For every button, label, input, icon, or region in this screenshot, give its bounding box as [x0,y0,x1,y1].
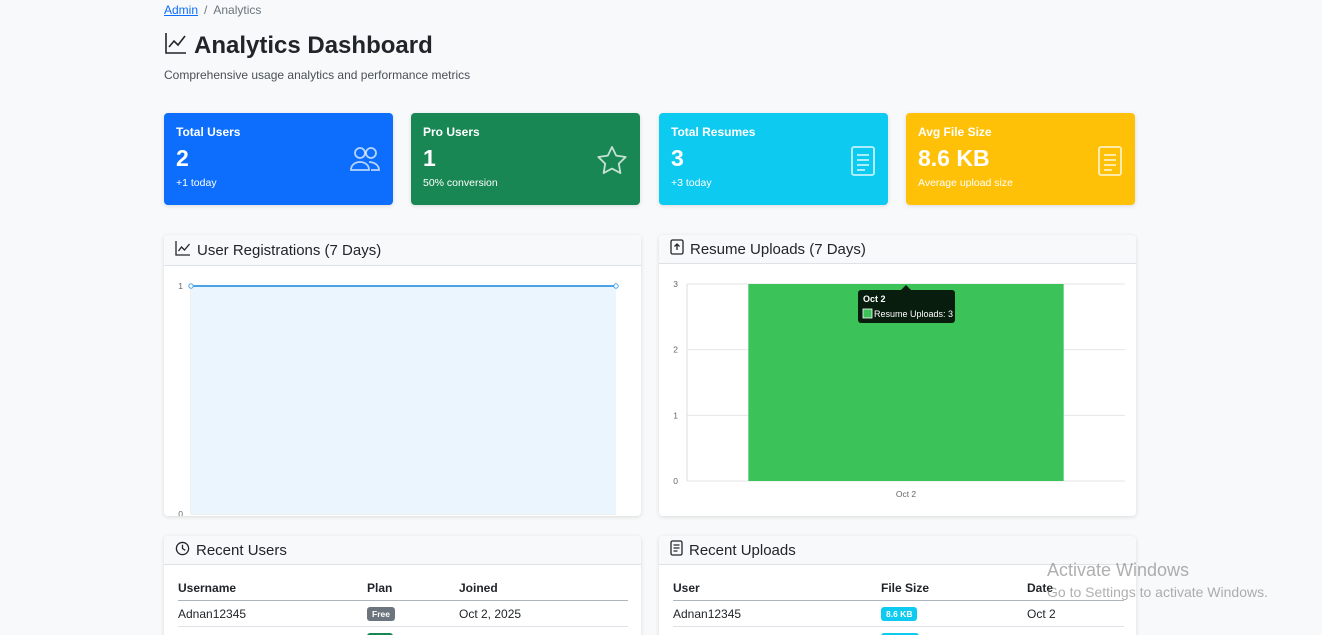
table-row: Adnan12345 8.6 KB Oct 2 [673,600,1124,627]
stat-label: Total Resumes [671,125,756,139]
card-header: Resume Uploads (7 Days) [659,235,1136,264]
stat-label: Total Users [176,125,241,139]
document-icon [1097,145,1123,182]
watermark-title: Activate Windows [1047,560,1190,580]
stat-card-total-resumes: Total Resumes 3 +3 today [659,113,888,205]
card-title: User Registrations (7 Days) [197,241,382,259]
stat-card-total-users: Total Users 2 +1 today [164,113,393,205]
chart-plot: 3 2 1 0 Oct 2 Oct 2 Resume Uploads: 3 [673,279,1125,499]
plan-badge: Free [367,607,395,621]
y-tick-label: 1 [178,281,183,291]
graph-up-icon [175,240,191,260]
people-icon [349,145,381,178]
size-badge: 8.6 KB [881,607,918,621]
column-header: Plan [367,576,459,601]
card-header: Recent Users [164,536,641,565]
y-tick-label: 0 [673,476,678,486]
area-fill [191,286,616,514]
tooltip-swatch [862,308,873,319]
user-cell: Adnan12345 [673,600,881,627]
column-header: User [673,576,881,601]
table-row [178,626,628,635]
table-row [673,626,1124,635]
card-header: User Registrations (7 Days) [164,235,641,266]
breadcrumb-current: Analytics [213,3,262,17]
stat-label: Pro Users [423,125,480,139]
data-point [188,283,194,289]
watermark-subtitle: Go to Settings to activate Windows. [1047,584,1268,600]
y-tick-label: 3 [673,279,678,289]
stat-value: 3 [671,145,684,171]
size-cell: 8.6 KB [881,600,1027,627]
column-header: Joined [459,576,628,601]
y-tick-label: 2 [673,345,678,355]
chart-plot: 10Oct 1Oct 2 [178,281,619,516]
x-tick-label: Oct 2 [896,489,917,499]
username-cell: Adnan12345 [178,600,367,627]
stat-sub: +1 today [176,177,217,189]
star-icon [596,145,628,180]
data-point [613,283,619,289]
registrations-card: User Registrations (7 Days) 10Oct 1Oct 2 [164,235,641,516]
uploads-card: Resume Uploads (7 Days) 3 2 1 0 Oct 2 Oct 2 Re… [659,235,1136,516]
y-tick-label: 1 [673,410,678,420]
file-text-icon [670,540,683,560]
recent-users-table: Username Plan Joined Adnan12345 Free Oct… [178,576,628,635]
tooltip-title: Oct 2 [863,294,886,304]
page-title: Analytics Dashboard [194,31,433,59]
tooltip-text: Resume Uploads: 3 [874,309,953,319]
page-subtitle: Comprehensive usage analytics and perfor… [164,68,471,82]
joined-cell: Oct 2, 2025 [459,600,628,627]
stat-sub: +3 today [671,177,712,189]
windows-activation-watermark: Activate Windows Go to Settings to activ… [1047,560,1268,600]
table-row: Adnan12345 Free Oct 2, 2025 [178,600,628,627]
column-header: Username [178,576,367,601]
breadcrumb-separator: / [204,3,208,17]
breadcrumb-admin-link[interactable]: Admin [164,3,198,17]
stat-value: 8.6 KB [918,145,990,171]
breadcrumb: Admin / Analytics [164,3,261,17]
document-icon [850,145,876,182]
file-upload-icon [670,239,684,259]
card-title: Recent Uploads [689,541,796,559]
card-title: Recent Users [196,541,287,559]
graph-up-icon [164,31,188,60]
stat-label: Avg File Size [918,125,992,139]
page-title-row: Analytics Dashboard [164,31,433,60]
card-title: Resume Uploads (7 Days) [690,240,866,258]
chart-tooltip: Oct 2 Resume Uploads: 3 [858,285,955,323]
stat-card-avg-file-size: Avg File Size 8.6 KB Average upload size [906,113,1135,205]
y-tick-label: 0 [178,509,183,516]
column-header: File Size [881,576,1027,601]
stat-card-pro-users: Pro Users 1 50% conversion [411,113,640,205]
stat-sub: Average upload size [918,177,1013,189]
date-cell: Oct 2 [1027,600,1124,627]
uploads-chart: 3 2 1 0 Oct 2 Oct 2 Resume Uploads: 3 [673,279,1125,499]
clock-icon [175,541,190,560]
plan-cell: Free [367,600,459,627]
registrations-chart: 10Oct 1Oct 2 [178,281,619,516]
recent-users-card: Recent Users Username Plan Joined Adnan1… [164,536,641,635]
